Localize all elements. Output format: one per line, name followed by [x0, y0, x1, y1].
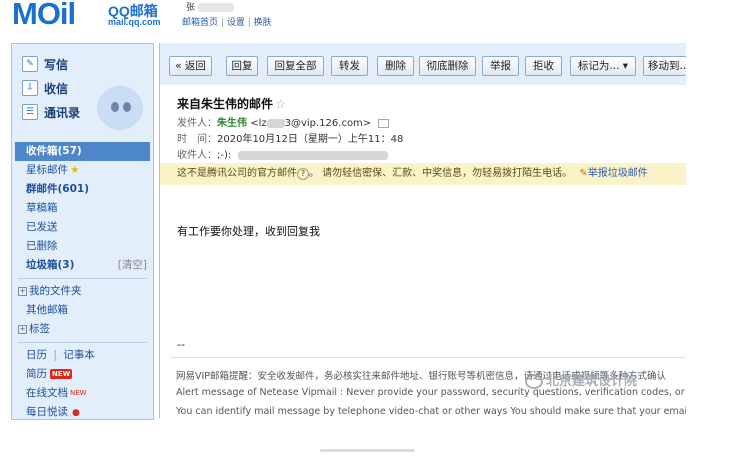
reply-button[interactable]: 回复: [226, 56, 258, 76]
scroll-handle[interactable]: [320, 449, 415, 452]
sidebar: ✎ 写信 ⇩ 收信 ☰ 通讯录 收件箱(57) 星标邮件 ★ 群邮件(601) 草…: [11, 43, 154, 420]
user-name: 张: [186, 0, 234, 13]
pencil-icon: ✎: [22, 56, 38, 72]
folder-starred[interactable]: 星标邮件 ★: [12, 161, 153, 180]
link-skin[interactable]: 换肤: [254, 18, 272, 28]
report-button[interactable]: 举报: [482, 56, 519, 76]
back-button[interactable]: « 返回: [169, 56, 212, 76]
compose-button[interactable]: ✎ 写信: [22, 52, 80, 76]
mail-subject: 来自朱生伟的邮件 ☆: [177, 97, 286, 111]
empty-spam-link[interactable]: [清空]: [118, 256, 147, 275]
notification-dot-icon: ●: [72, 408, 80, 418]
mail-body: 有工作要你处理，收到回复我: [177, 225, 320, 238]
reply-all-button[interactable]: 回复全部: [267, 56, 324, 76]
app-online-docs[interactable]: 在线文档 NEW: [12, 384, 153, 403]
folder-sent[interactable]: 已发送: [12, 218, 153, 237]
check-mail-button[interactable]: ⇩ 收信: [22, 76, 80, 100]
divider: [18, 342, 147, 343]
contact-card-icon[interactable]: [378, 118, 390, 128]
link-home[interactable]: 邮箱首页: [182, 18, 218, 28]
folder-group-mail[interactable]: 群邮件(601): [12, 180, 153, 199]
app-daily-reading[interactable]: 每日悦读 ●: [12, 403, 153, 419]
mail-toolbar: « 返回 回复 回复全部 转发 删除 彻底删除 举报 拒收 标记为... ▾ 移…: [160, 43, 686, 85]
contacts-button[interactable]: ☰ 通讯录: [22, 100, 80, 124]
security-warning-bar: 这不是腾讯公司的官方邮件?。 请勿轻信密保、汇款、中奖信息，勿轻易拨打陌生电话。…: [160, 163, 686, 185]
mark-as-dropdown[interactable]: 标记为... ▾: [570, 56, 636, 76]
folder-inbox[interactable]: 收件箱(57): [15, 142, 150, 161]
my-folders-toggle[interactable]: + 我的文件夹: [12, 282, 153, 301]
folder-deleted[interactable]: 已删除: [12, 237, 153, 256]
compose-group: ✎ 写信 ⇩ 收信 ☰ 通讯录: [22, 52, 80, 124]
time-row: 时 间：2020年10月12日（星期一）上午11：48: [177, 134, 404, 145]
watermark: 北京建筑设计院: [525, 370, 637, 389]
mail-read-pane: « 返回 回复 回复全部 转发 删除 彻底删除 举报 拒收 标记为... ▾ 移…: [159, 43, 686, 418]
folder-list: 收件箱(57) 星标邮件 ★ 群邮件(601) 草稿箱 已发送 已删除 垃圾箱(3…: [12, 142, 153, 419]
new-badge: NEW: [50, 369, 73, 379]
folder-spam[interactable]: 垃圾箱(3) [清空]: [12, 256, 153, 275]
recipient-row: 收件人：;-):: [177, 146, 389, 161]
wechat-icon: [525, 374, 543, 389]
signature-separator: --: [177, 338, 185, 351]
reject-button[interactable]: 拒收: [525, 56, 562, 76]
notes-link[interactable]: 记事本: [63, 349, 95, 361]
link-settings[interactable]: 设置: [227, 18, 245, 28]
expand-icon: +: [18, 286, 27, 296]
sender-name[interactable]: 朱生伟: [217, 118, 247, 129]
logo-domain: mail.qq.com: [108, 17, 161, 27]
penguin-mascot-icon: [97, 86, 143, 130]
tags-toggle[interactable]: + 标签: [12, 320, 153, 339]
divider: [18, 278, 147, 279]
vip-notice-line-3: You can identify mail message by telepho…: [176, 406, 686, 417]
expand-icon: +: [18, 324, 27, 334]
new-badge: NEW: [70, 389, 87, 397]
contacts-icon: ☰: [22, 104, 38, 120]
inbox-download-icon: ⇩: [22, 80, 38, 96]
app-calendar-notes: 日历 | 记事本: [26, 349, 95, 361]
forward-button[interactable]: 转发: [331, 56, 368, 76]
other-mailboxes[interactable]: 其他邮箱: [12, 301, 153, 320]
star-icon: ★: [70, 164, 80, 176]
qqmail-logo[interactable]: MOil: [12, 0, 76, 32]
calendar-link[interactable]: 日历: [26, 349, 47, 361]
chevron-down-icon: ▾: [622, 60, 629, 72]
divider: [170, 357, 686, 358]
report-spam-icon: ✎: [579, 168, 588, 179]
help-question-icon[interactable]: ?: [297, 168, 309, 180]
mail-header: MOil QQ邮箱 mail.qq.com 张 邮箱首页 | 设置 | 换肤: [0, 0, 733, 40]
folder-drafts[interactable]: 草稿箱: [12, 199, 153, 218]
move-to-dropdown[interactable]: 移动到...: [643, 56, 686, 76]
permanent-delete-button[interactable]: 彻底删除: [419, 56, 476, 76]
header-links: 邮箱首页 | 设置 | 换肤: [182, 18, 272, 28]
star-toggle-icon[interactable]: ☆: [275, 97, 286, 111]
app-resume[interactable]: 简历 NEW: [12, 365, 153, 384]
delete-button[interactable]: 删除: [377, 56, 414, 76]
sender-row: 发件人：朱生伟 <lz 3@vip.126.com>: [177, 114, 390, 129]
report-spam-link[interactable]: 举报垃圾邮件: [588, 168, 648, 179]
